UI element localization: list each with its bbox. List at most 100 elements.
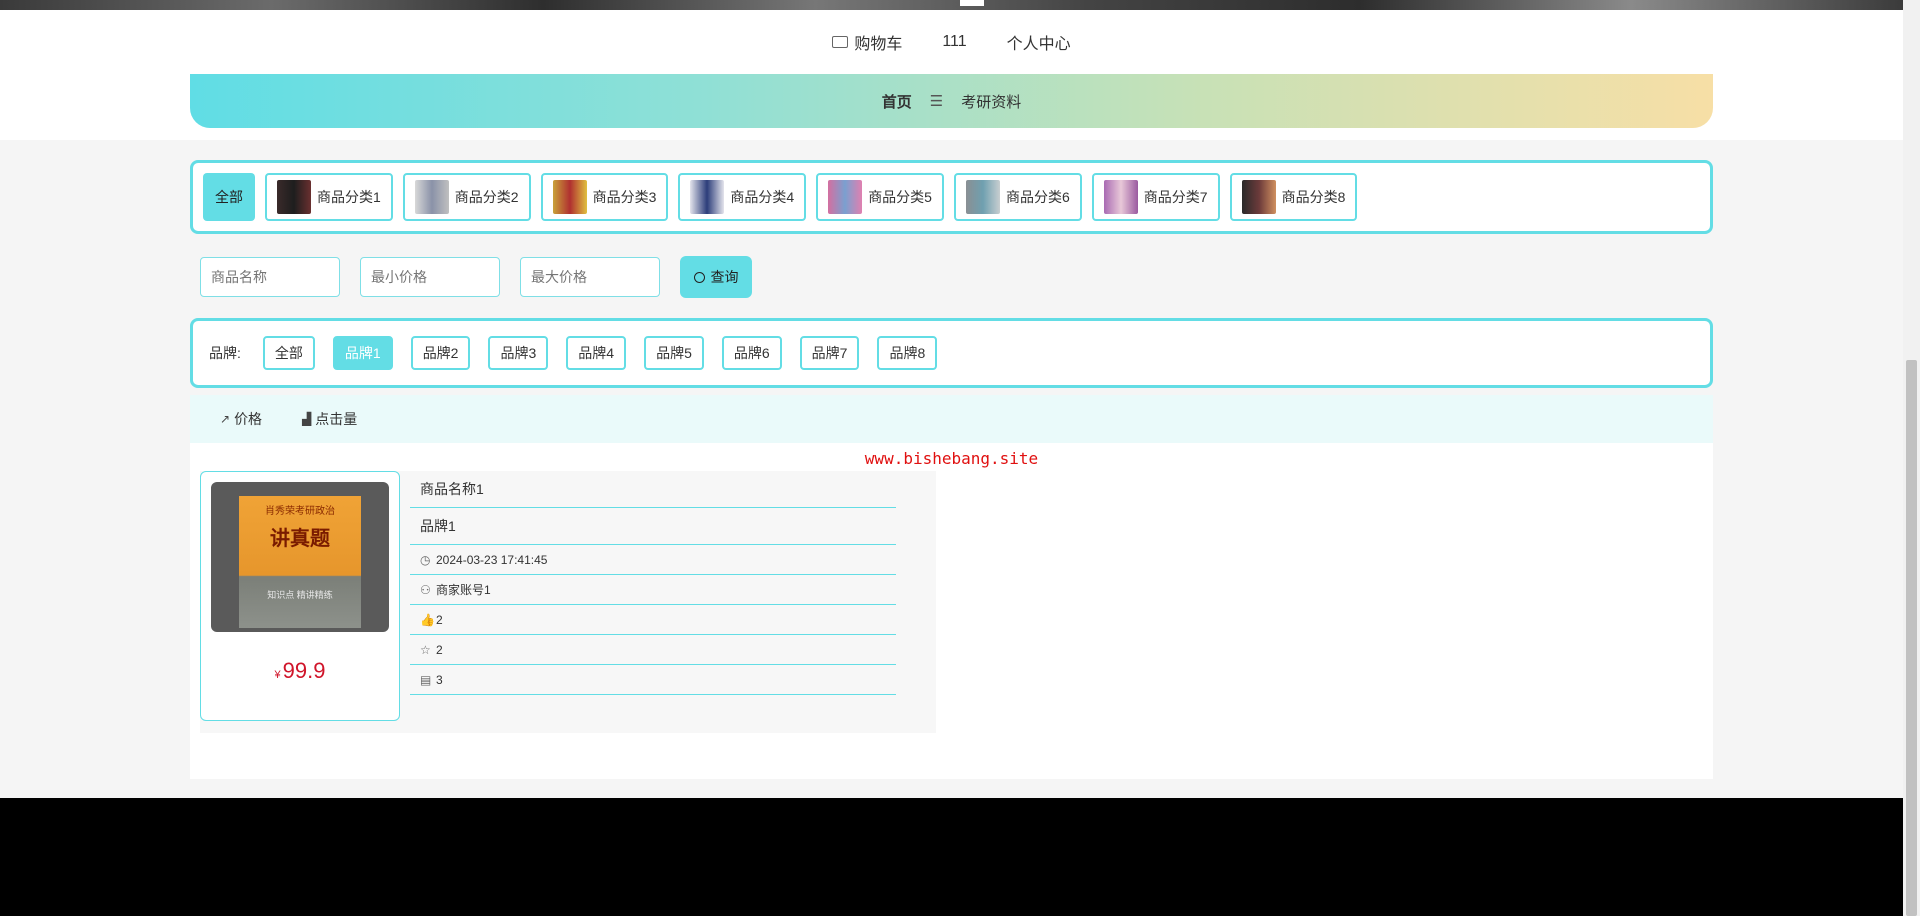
category-label: 商品分类8	[1281, 189, 1346, 205]
category-item[interactable]: 商品分类7	[1091, 173, 1220, 221]
product-favorites-row: ☆ 2	[410, 635, 896, 665]
category-item[interactable]: 商品分类4	[678, 173, 807, 221]
product-comments: 3	[436, 672, 443, 687]
category-thumbnail	[552, 180, 587, 214]
username-link[interactable]: 111	[942, 33, 966, 51]
category-thumbnail	[1103, 180, 1138, 214]
product-favorites: 2	[436, 642, 443, 657]
book-cover-title: 讲真题	[270, 528, 330, 550]
top-nav: 购物车 111 个人中心	[0, 30, 1903, 54]
min-price-input[interactable]	[360, 257, 500, 297]
main-nav: 首页 ☰ 考研资料	[190, 74, 1713, 128]
brand-item[interactable]: 品牌5	[644, 336, 704, 370]
product-merchant: 商家账号1	[436, 583, 491, 597]
product-image-box[interactable]: 肖秀荣考研政治 讲真题 知识点 精讲精练 ¥99.9	[200, 471, 400, 721]
vertical-scrollbar[interactable]	[1903, 0, 1920, 916]
watermark: www.bishebang.site	[864, 449, 1039, 468]
category-label: 商品分类2	[454, 189, 519, 205]
category-label: 商品分类7	[1143, 189, 1208, 205]
category-item[interactable]: 商品分类6	[953, 173, 1082, 221]
clock-icon: ◷	[420, 552, 431, 567]
search-icon	[693, 271, 705, 283]
brand-item[interactable]: 全部	[262, 336, 315, 370]
truck-icon	[832, 36, 849, 48]
nav-exam-materials[interactable]: 考研资料	[961, 91, 1021, 112]
category-bar: 全部 商品分类1 商品分类2 商品分类3 商品分类4 商品分类5 商品分类6 商…	[190, 160, 1713, 234]
sort-by-clicks[interactable]: ▟ 点击量	[302, 409, 357, 429]
search-bar: 查询	[200, 256, 752, 298]
brand-item-active[interactable]: 品牌1	[332, 336, 393, 370]
query-button[interactable]: 查询	[680, 256, 752, 298]
product-list: www.bishebang.site 肖秀荣考研政治 讲真题 知识点 精讲精练 …	[190, 443, 1713, 779]
top-banner-strip	[0, 0, 1903, 10]
brand-item[interactable]: 品牌8	[877, 336, 938, 370]
category-item[interactable]: 商品分类3	[540, 173, 669, 221]
book-cover-subtitle: 肖秀荣考研政治	[265, 506, 335, 517]
brand-label: 品牌:	[209, 345, 241, 361]
scrollbar-thumb[interactable]	[1906, 360, 1917, 916]
product-likes: 2	[436, 612, 443, 627]
product-card[interactable]: 肖秀荣考研政治 讲真题 知识点 精讲精练 ¥99.9 商品名称1 品牌1 ◷ 2…	[200, 471, 936, 733]
product-price: ¥99.9	[201, 658, 399, 684]
category-thumbnail	[277, 180, 311, 214]
username-label: 111	[942, 33, 967, 50]
nav-home[interactable]: 首页	[882, 91, 912, 112]
product-likes-row: 👍 2	[410, 605, 896, 635]
trend-icon: ↗	[220, 412, 231, 426]
product-brand: 品牌1	[420, 518, 456, 534]
category-item[interactable]: 商品分类1	[265, 173, 393, 221]
category-label: 商品分类6	[1005, 189, 1070, 205]
category-label: 商品分类3	[592, 189, 657, 205]
category-label: 商品分类4	[730, 189, 795, 205]
product-comments-row: ▤ 3	[410, 665, 896, 695]
product-date-row: ◷ 2024-03-23 17:41:45	[410, 545, 896, 575]
category-all[interactable]: 全部	[203, 173, 255, 221]
sort-price-label: 价格	[234, 411, 263, 427]
thumbs-up-icon: 👍	[420, 612, 435, 627]
brand-item[interactable]: 品牌2	[410, 336, 471, 370]
product-brand-row: 品牌1	[410, 508, 896, 545]
category-label: 全部	[215, 189, 243, 205]
product-name-input[interactable]	[200, 257, 340, 297]
brand-item[interactable]: 品牌7	[799, 336, 860, 370]
category-item[interactable]: 商品分类2	[402, 173, 531, 221]
comment-icon: ▤	[420, 672, 432, 687]
content-area: 全部 商品分类1 商品分类2 商品分类3 商品分类4 商品分类5 商品分类6 商…	[0, 140, 1903, 798]
brand-item[interactable]: 品牌4	[566, 336, 627, 370]
brand-item[interactable]: 品牌3	[488, 336, 549, 370]
product-info: 商品名称1 品牌1 ◷ 2024-03-23 17:41:45 ⚇ 商家账号1	[410, 471, 896, 695]
category-thumbnail	[414, 180, 449, 214]
category-item[interactable]: 商品分类8	[1229, 173, 1358, 221]
page: 购物车 111 个人中心 首页 ☰ 考研资料 全部 商品分类1 商品分类2 商品…	[0, 0, 1903, 916]
category-item[interactable]: 商品分类5	[816, 173, 944, 221]
product-name-row: 商品名称1	[410, 471, 896, 508]
cart-label: 购物车	[854, 36, 903, 53]
header: 购物车 111 个人中心 首页 ☰ 考研资料	[0, 10, 1903, 140]
category-thumbnail	[1241, 180, 1276, 214]
category-label: 商品分类5	[868, 189, 932, 205]
sort-by-price[interactable]: ↗ 价格	[220, 409, 262, 429]
price-value: 99.9	[282, 658, 326, 683]
category-thumbnail	[690, 180, 725, 214]
category-thumbnail	[965, 180, 1000, 214]
max-price-input[interactable]	[520, 257, 660, 297]
product-name[interactable]: 商品名称1	[420, 479, 484, 499]
sort-clicks-label: 点击量	[315, 411, 358, 427]
profile-link[interactable]: 个人中心	[1007, 30, 1071, 54]
chart-icon: ▟	[302, 412, 312, 426]
product-image[interactable]: 肖秀荣考研政治 讲真题 知识点 精讲精练	[211, 482, 389, 632]
product-merchant-row: ⚇ 商家账号1	[410, 575, 896, 605]
query-label: 查询	[710, 269, 739, 285]
sort-bar: ↗ 价格 ▟ 点击量	[190, 395, 1713, 443]
cart-link[interactable]: 购物车	[832, 30, 902, 54]
user-icon: ⚇	[420, 582, 431, 597]
currency-symbol: ¥	[274, 669, 281, 681]
star-icon: ☆	[420, 642, 431, 657]
brand-bar: 品牌: 全部 品牌1 品牌2 品牌3 品牌4 品牌5 品牌6 品牌7 品牌8	[190, 318, 1713, 388]
brand-item[interactable]: 品牌6	[721, 336, 782, 370]
category-thumbnail	[828, 180, 863, 214]
product-date: 2024-03-23 17:41:45	[436, 552, 548, 567]
menu-icon: ☰	[929, 93, 944, 110]
book-cover-footer: 知识点 精讲精练	[267, 590, 333, 600]
profile-label: 个人中心	[1006, 36, 1071, 53]
